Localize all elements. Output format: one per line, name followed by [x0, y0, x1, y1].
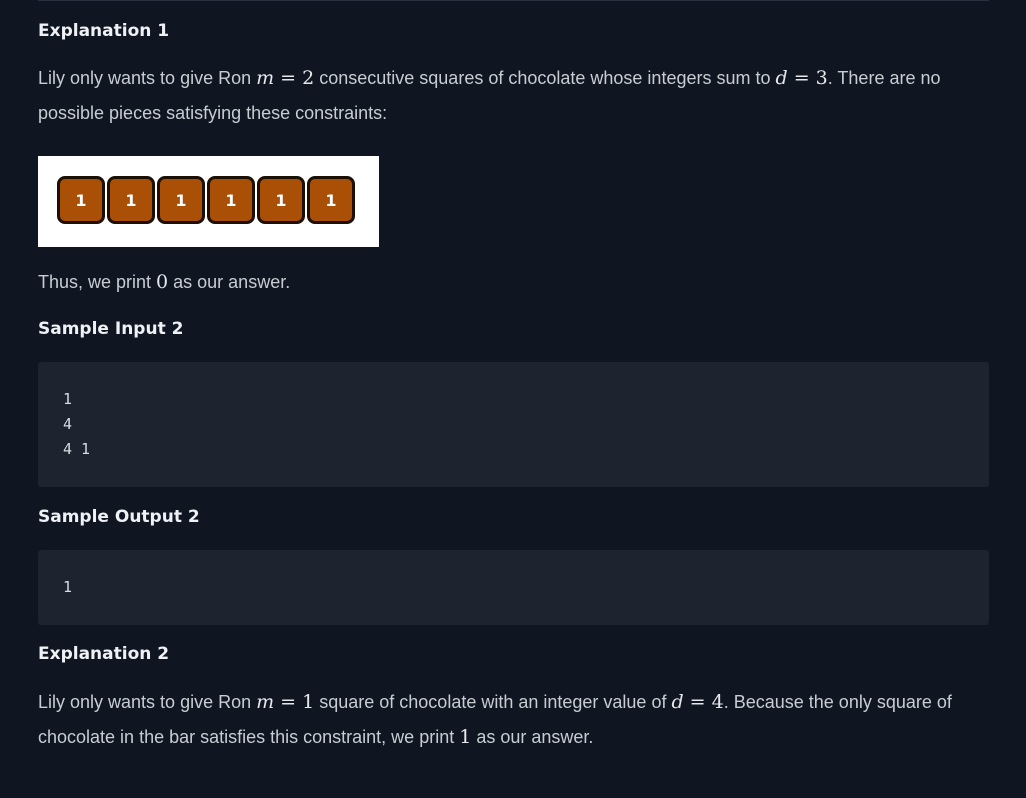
chocolate-square: 1	[157, 176, 205, 224]
explanation-1-conclusion: Thus, we print 0 as our answer.	[38, 271, 291, 293]
sample-input-2-code[interactable]: 1 4 4 1	[38, 362, 989, 487]
explanation-2-heading: Explanation 2	[38, 644, 170, 664]
explanation-2-text: Lily only wants to give Ron m = 1 square…	[38, 691, 952, 748]
math-m: m = 2	[256, 67, 315, 89]
top-divider	[38, 0, 989, 1]
sample-output-2-code[interactable]: 1	[38, 550, 989, 625]
chocolate-square: 1	[207, 176, 255, 224]
sample-output-2-heading: Sample Output 2	[38, 507, 200, 527]
code-line: 1	[63, 578, 73, 596]
chocolate-bar-image: 1 1 1 1 1 1	[38, 156, 379, 247]
chocolate-square: 1	[57, 176, 105, 224]
chocolate-square: 1	[307, 176, 355, 224]
math-d: d = 4	[671, 691, 724, 713]
explanation-1-heading: Explanation 1	[38, 21, 170, 41]
chocolate-square: 1	[107, 176, 155, 224]
math-m: m = 1	[256, 691, 315, 713]
chocolate-square: 1	[257, 176, 305, 224]
code-line: 4 1	[63, 440, 91, 458]
math-d: d = 3	[775, 67, 828, 89]
sample-input-2-heading: Sample Input 2	[38, 319, 184, 339]
math-value: 1	[459, 726, 472, 748]
math-value: 0	[156, 271, 169, 293]
code-line: 4	[63, 415, 73, 433]
code-line: 1	[63, 390, 73, 408]
explanation-1-text: Lily only wants to give Ron m = 2 consec…	[38, 67, 941, 123]
